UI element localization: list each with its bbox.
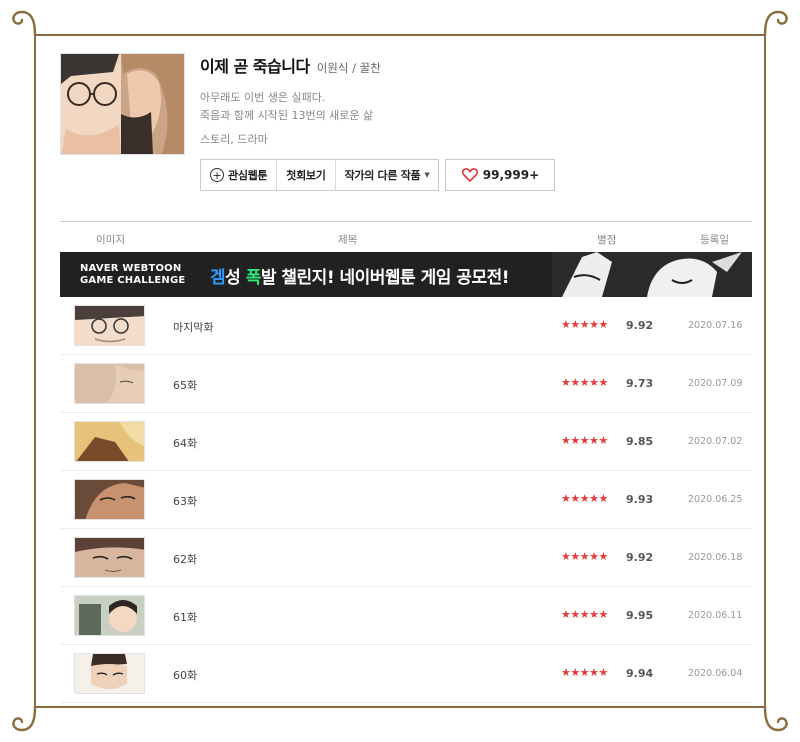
like-count: 99,999+ xyxy=(482,168,540,182)
header-image: 이미지 xyxy=(96,234,125,246)
episode-row[interactable]: 63화 ★★★★★ 9.93 2020.06.25 xyxy=(60,471,752,529)
action-buttons: + 관심웹툰 첫회보기 작가의 다른 작품 ▼ 99,999+ xyxy=(200,159,556,191)
episode-title[interactable]: 65화 xyxy=(173,377,197,393)
favorite-label: 관심웹툰 xyxy=(228,169,268,182)
episode-thumbnail[interactable] xyxy=(74,421,145,462)
episode-title[interactable]: 64화 xyxy=(173,435,197,451)
other-works-dropdown[interactable]: 작가의 다른 작품 ▼ xyxy=(336,160,439,190)
banner-headline-part-2: 성 xyxy=(225,268,246,288)
header-date: 등록일 xyxy=(700,234,729,246)
header-title: 제목 xyxy=(338,234,358,246)
episode-thumbnail[interactable] xyxy=(74,479,145,520)
header-rating: 별점 xyxy=(597,234,617,246)
star-rating-icon: ★★★★★ xyxy=(561,318,608,331)
episode-row[interactable]: 62화 ★★★★★ 9.92 2020.06.18 xyxy=(60,529,752,587)
episode-date: 2020.06.25 xyxy=(688,494,743,505)
webtoon-thumbnail[interactable] xyxy=(60,53,185,155)
episode-rating: 9.92 xyxy=(626,551,654,564)
episode-title[interactable]: 60화 xyxy=(173,667,197,683)
description-line-2: 죽음과 함께 시작된 13번의 새로운 삶 xyxy=(200,109,374,122)
episode-rating: 9.94 xyxy=(626,667,654,680)
episode-thumbnail[interactable] xyxy=(74,653,145,694)
episode-title[interactable]: 63화 xyxy=(173,493,197,509)
star-rating-icon: ★★★★★ xyxy=(561,666,608,679)
episode-title[interactable]: 61화 xyxy=(173,609,197,625)
frame-corner-bottom-right xyxy=(763,705,788,732)
webtoon-genre: 스토리, 드라마 xyxy=(200,133,268,146)
star-rating-icon: ★★★★★ xyxy=(561,550,608,563)
caret-down-icon: ▼ xyxy=(424,171,430,179)
episode-rows: 마지막화 ★★★★★ 9.92 2020.07.16 65화 ★★★★★ 9.73 2020.… xyxy=(60,297,752,703)
episode-row[interactable]: 마지막화 ★★★★★ 9.92 2020.07.16 xyxy=(60,297,752,355)
banner-character-art xyxy=(552,252,752,297)
heart-icon xyxy=(461,168,478,182)
button-group: + 관심웹툰 첫회보기 작가의 다른 작품 ▼ xyxy=(200,159,440,191)
episode-rating: 9.93 xyxy=(626,493,654,506)
other-works-label: 작가의 다른 작품 xyxy=(344,169,421,182)
like-button[interactable]: 99,999+ xyxy=(445,159,556,191)
frame-corner-top-left xyxy=(12,10,37,37)
episode-date: 2020.06.04 xyxy=(688,668,743,679)
webtoon-header: 이제 곧 죽습니다 이원식 / 꿀찬 아무래도 이번 생은 실패다. 죽음과 함… xyxy=(60,53,752,193)
star-rating-icon: ★★★★★ xyxy=(561,434,608,447)
webtoon-title: 이제 곧 죽습니다 xyxy=(200,57,310,76)
episode-rating: 9.73 xyxy=(626,377,654,390)
webtoon-author[interactable]: 이원식 / 꿀찬 xyxy=(317,60,381,76)
episode-date: 2020.06.11 xyxy=(688,610,743,621)
episode-list: 이미지 제목 별점 등록일 NAVER WEBTOON GAME CHALLEN… xyxy=(60,221,752,703)
episode-row[interactable]: 61화 ★★★★★ 9.95 2020.06.11 xyxy=(60,587,752,645)
banner-logo-line-2: GAME CHALLENGE xyxy=(80,275,186,286)
episode-title[interactable]: 62화 xyxy=(173,551,197,567)
episode-rating: 9.92 xyxy=(626,319,654,332)
banner-headline-part-4: 발 챌린지! 네이버웹툰 게임 공모전! xyxy=(260,268,510,288)
banner-headline-part-1: 겜 xyxy=(210,268,226,288)
episode-date: 2020.06.18 xyxy=(688,552,743,563)
episode-row[interactable]: 60화 ★★★★★ 9.94 2020.06.04 xyxy=(60,645,752,703)
star-rating-icon: ★★★★★ xyxy=(561,492,608,505)
frame-corner-bottom-left xyxy=(12,705,37,732)
episode-row[interactable]: 64화 ★★★★★ 9.85 2020.07.02 xyxy=(60,413,752,471)
webtoon-description: 아무래도 이번 생은 실패다. 죽음과 함께 시작된 13번의 새로운 삶 xyxy=(200,89,381,125)
banner-logo: NAVER WEBTOON GAME CHALLENGE xyxy=(80,263,185,287)
episode-date: 2020.07.02 xyxy=(688,436,743,447)
episode-thumbnail[interactable] xyxy=(74,595,145,636)
episode-thumbnail[interactable] xyxy=(74,363,145,404)
list-header: 이미지 제목 별점 등록일 xyxy=(60,222,752,252)
game-challenge-banner[interactable]: NAVER WEBTOON GAME CHALLENGE 겜성 폭발 챌린지! … xyxy=(60,252,752,297)
episode-thumbnail[interactable] xyxy=(74,305,145,346)
star-rating-icon: ★★★★★ xyxy=(561,608,608,621)
first-episode-button[interactable]: 첫회보기 xyxy=(277,160,336,190)
episode-row[interactable]: 65화 ★★★★★ 9.73 2020.07.09 xyxy=(60,355,752,413)
banner-headline-part-3: 폭 xyxy=(245,268,262,288)
episode-date: 2020.07.16 xyxy=(688,320,743,331)
webtoon-info: 이제 곧 죽습니다 이원식 / 꿀찬 아무래도 이번 생은 실패다. 죽음과 함… xyxy=(200,53,381,147)
banner-headline: 겜성 폭발 챌린지! 네이버웹툰 게임 공모전! xyxy=(210,263,509,288)
frame-corner-top-right xyxy=(763,10,788,37)
description-line-1: 아무래도 이번 생은 실패다. xyxy=(200,91,326,104)
episode-rating: 9.95 xyxy=(626,609,654,622)
banner-logo-line-1: NAVER WEBTOON xyxy=(80,263,182,274)
episode-thumbnail[interactable] xyxy=(74,537,145,578)
star-rating-icon: ★★★★★ xyxy=(561,376,608,389)
episode-rating: 9.85 xyxy=(626,435,654,448)
episode-date: 2020.07.09 xyxy=(688,378,743,389)
plus-circle-icon: + xyxy=(210,168,224,182)
episode-title[interactable]: 마지막화 xyxy=(173,319,213,335)
favorite-button[interactable]: + 관심웹툰 xyxy=(201,160,278,190)
first-episode-label: 첫회보기 xyxy=(286,169,326,182)
